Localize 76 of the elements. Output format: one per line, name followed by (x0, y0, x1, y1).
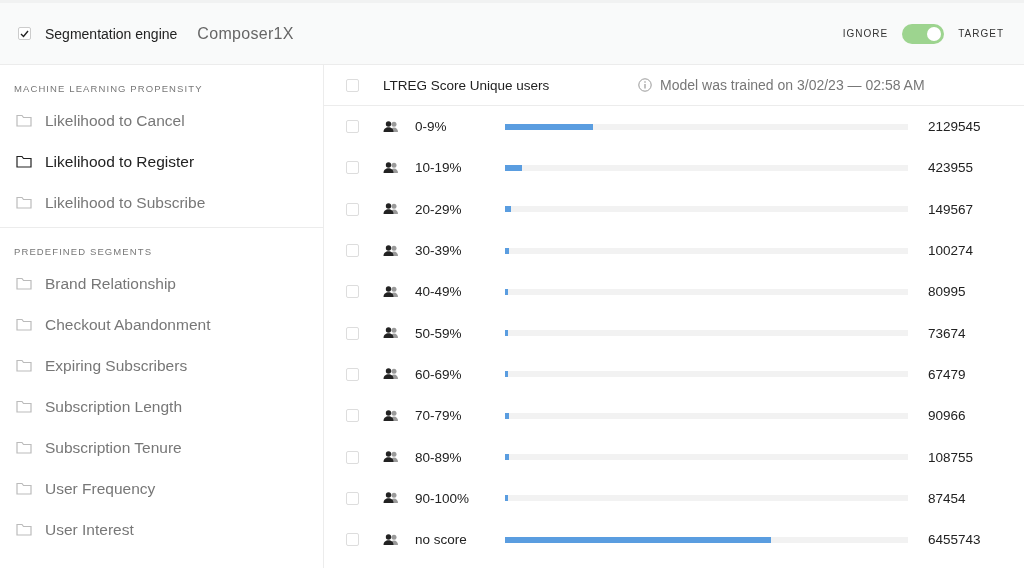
checkbox[interactable] (346, 285, 359, 299)
checkbox[interactable] (18, 27, 31, 40)
sidebar-item[interactable]: Checkout Abandonment (0, 304, 323, 345)
checkbox-label: Segmentation engine (45, 25, 178, 42)
users-icon (383, 368, 399, 381)
checkbox[interactable] (346, 491, 359, 505)
folder-icon (16, 114, 32, 127)
user-count: 90966 (928, 408, 966, 424)
sidebar-item[interactable]: Subscription Tenure (0, 427, 323, 468)
user-count: 108755 (928, 449, 974, 465)
score-range: 30-39% (415, 243, 463, 259)
users-icon (383, 285, 399, 298)
info-icon (638, 78, 652, 92)
user-count: 2129545 (928, 119, 981, 135)
users-icon (383, 327, 399, 340)
users-icon (383, 244, 399, 257)
user-count: 423955 (928, 160, 974, 176)
score-range: 50-59% (415, 325, 463, 341)
score-range: 20-29% (415, 201, 463, 217)
score-range: 0-9% (415, 119, 448, 135)
toggle-switch[interactable] (902, 23, 945, 44)
users-icon (383, 451, 399, 463)
user-count: 80995 (928, 284, 966, 300)
users-icon (383, 203, 399, 216)
folder-icon (16, 196, 32, 209)
checkbox[interactable] (346, 409, 359, 423)
users-icon (383, 533, 399, 546)
users-icon (383, 492, 399, 505)
sidebar-item[interactable]: Subscription Length (0, 386, 323, 427)
folder-icon (16, 523, 32, 536)
folder-icon (16, 277, 32, 290)
folder-icon (16, 441, 32, 454)
users-icon (383, 409, 399, 422)
engine-name: Composer1X (197, 24, 294, 43)
checkbox[interactable] (346, 326, 359, 340)
checkbox[interactable] (346, 161, 359, 175)
folder-icon (16, 318, 32, 331)
toggle-label: TARGET (958, 28, 1004, 39)
score-range: 70-79% (415, 408, 463, 424)
checkbox[interactable] (346, 78, 359, 92)
user-count: 100274 (928, 243, 974, 259)
sidebar-item[interactable]: User Frequency (0, 468, 323, 509)
user-count: 149567 (928, 201, 974, 217)
section-heading: PREDEFINED SEGMENTS (13, 246, 154, 257)
folder-icon (16, 400, 32, 413)
sidebar-item[interactable]: User Interest (0, 509, 323, 550)
folder-icon (16, 155, 32, 168)
user-count: 6455743 (928, 532, 981, 548)
score-range: 80-89% (415, 449, 463, 465)
folder-icon (16, 359, 32, 372)
user-count: 87454 (928, 490, 966, 506)
column-title: LTREG Score Unique users (383, 77, 551, 93)
sidebar-item[interactable]: Expiring Subscribers (0, 345, 323, 386)
checkbox[interactable] (346, 120, 359, 134)
score-range: no score (415, 532, 468, 548)
checkbox[interactable] (346, 533, 359, 547)
section-heading: MACHINE LEARNING PROPENSITY (13, 83, 204, 94)
users-icon (383, 120, 399, 133)
score-range: 40-49% (415, 284, 463, 300)
checkbox[interactable] (346, 367, 359, 381)
folder-icon (16, 482, 32, 495)
users-icon (383, 161, 399, 174)
checkbox[interactable] (346, 202, 359, 216)
checkbox[interactable] (346, 244, 359, 258)
score-range: 60-69% (415, 366, 463, 382)
sidebar-item[interactable]: Likelihood to Cancel (0, 100, 323, 141)
score-range: 90-100% (415, 490, 471, 506)
toggle-label: IGNORE (842, 28, 889, 39)
score-range: 10-19% (415, 160, 463, 176)
sidebar-item[interactable]: Likelihood to Subscribe (0, 182, 323, 223)
training-info: Model was trained on 3/02/23 — 02:58 AM (660, 77, 925, 93)
user-count: 67479 (928, 366, 966, 382)
sidebar-item[interactable]: Likelihood to Register (0, 141, 323, 182)
sidebar-item[interactable]: Brand Relationship (0, 263, 323, 304)
checkbox[interactable] (346, 450, 359, 464)
user-count: 73674 (928, 325, 966, 341)
